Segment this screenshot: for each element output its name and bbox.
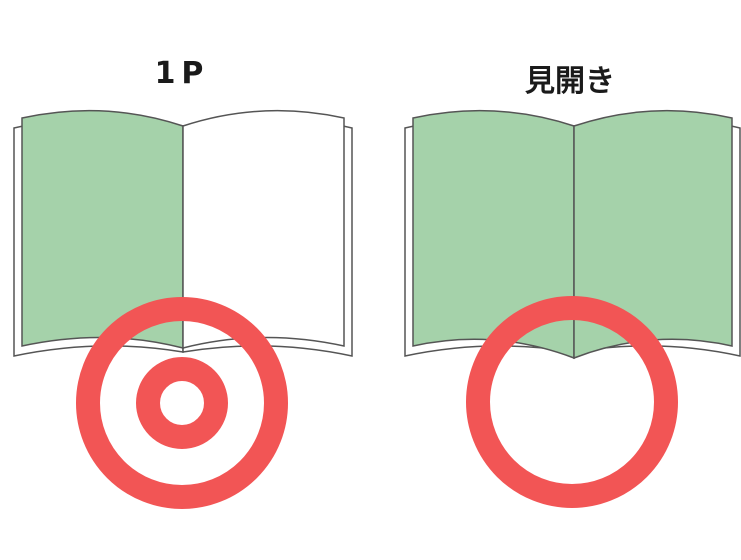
spread-book [404, 109, 741, 360]
inner-red-circle [136, 357, 228, 449]
books-diagram [13, 109, 741, 509]
